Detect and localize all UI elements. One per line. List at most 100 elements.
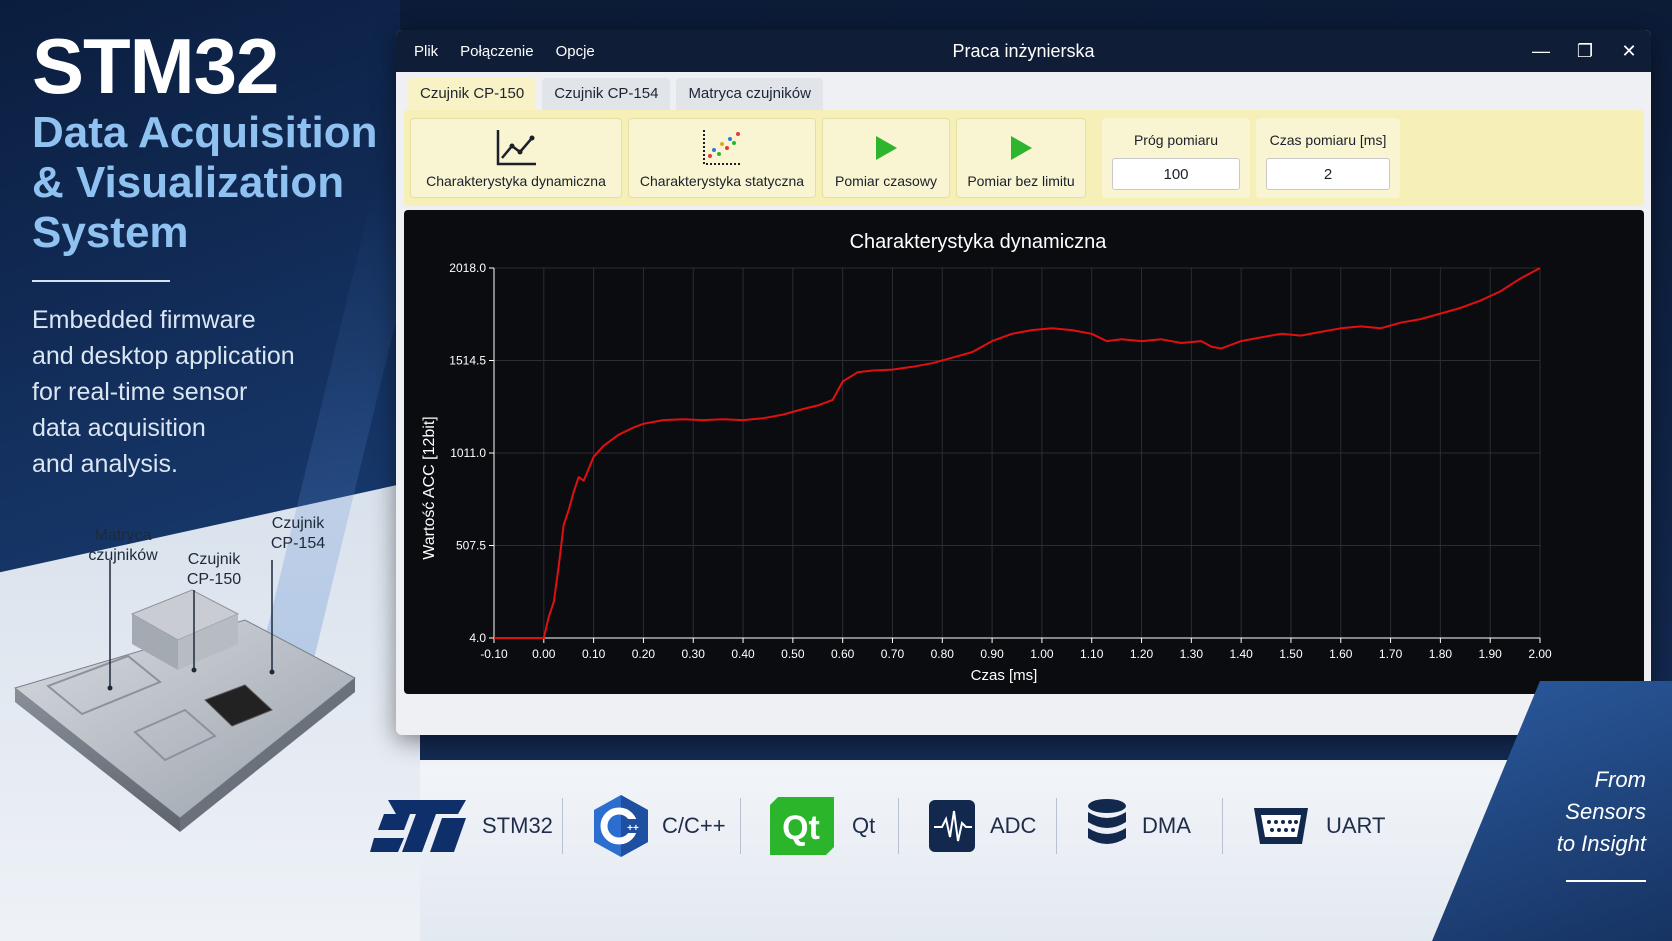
- tech-label: DMA: [1142, 813, 1191, 838]
- slogan-line: From: [1594, 767, 1646, 792]
- minimize-icon[interactable]: —: [1519, 30, 1563, 72]
- board-label-cp154: Czujnik CP-154: [258, 514, 338, 554]
- hero-description-line: for real-time sensor: [32, 378, 248, 406]
- static-characteristic-button[interactable]: Charakterystyka statyczna: [628, 118, 816, 198]
- window-controls: — ❐ ✕: [1519, 30, 1651, 72]
- menu-options[interactable]: Opcje: [556, 43, 595, 60]
- board-label-line: Matryca: [94, 527, 152, 544]
- x-tick-label: 0.60: [831, 647, 855, 661]
- hero: STM32 Data Acquisition & Visualization S…: [32, 26, 392, 482]
- tech-label: UART: [1326, 813, 1386, 838]
- x-tick-label: 1.20: [1130, 647, 1154, 661]
- x-tick-label: 1.40: [1229, 647, 1253, 661]
- tab-cp150[interactable]: Czujnik CP-150: [408, 78, 537, 110]
- tech-dma: DMA: [1086, 790, 1191, 862]
- tech-label: Qt: [852, 813, 876, 838]
- dynamic-characteristic-button[interactable]: Charakterystyka dynamiczna: [410, 118, 622, 198]
- tech-divider: [1222, 798, 1223, 854]
- hero-subtitle: Data Acquisition & Visualization System: [32, 108, 392, 258]
- slogan-line: Sensors: [1565, 799, 1646, 824]
- svg-text:++: ++: [627, 823, 639, 834]
- hero-description-line: Embedded firmware: [32, 306, 256, 334]
- hero-subtitle-line: Data Acquisition: [32, 108, 378, 157]
- tech-divider: [1056, 798, 1057, 854]
- threshold-field: Próg pomiaru 100: [1102, 118, 1250, 198]
- play-icon: [957, 127, 1085, 169]
- hero-title: STM32: [32, 22, 279, 110]
- tech-cpp: ++ C/C++: [592, 790, 726, 862]
- hero-divider: [32, 280, 170, 282]
- hero-description-line: and desktop application: [32, 342, 295, 370]
- x-tick-labels: -0.10 0.00 0.10 0.20 0.30 0.40 0.50 0.60 0.70 0.8…: [480, 647, 1552, 661]
- timed-measurement-button[interactable]: Pomiar czasowy: [822, 118, 950, 198]
- scatter-chart-icon: [629, 127, 815, 169]
- board-label-line: Czujnik: [187, 551, 241, 568]
- slogan-line: to Insight: [1556, 831, 1646, 856]
- tech-label: STM32: [482, 813, 553, 838]
- chart-title: Charakterystyka dynamiczna: [850, 231, 1108, 253]
- x-tick-label: 0.30: [682, 647, 706, 661]
- button-label: Pomiar bez limitu: [967, 173, 1075, 189]
- duration-field: Czas pomiaru [ms] 2: [1256, 118, 1400, 198]
- x-tick-label: 1.30: [1180, 647, 1204, 661]
- close-icon[interactable]: ✕: [1607, 30, 1651, 72]
- cpp-logo-icon: ++: [594, 795, 648, 857]
- tech-uart: UART: [1252, 790, 1386, 862]
- toolbar: Charakterystyka dynamiczna Charakterysty…: [404, 110, 1644, 206]
- title-bar: Praca inżynierska Plik Połączenie Opcje …: [396, 30, 1651, 72]
- unlimited-measurement-button[interactable]: Pomiar bez limitu: [956, 118, 1086, 198]
- tech-adc: ADC: [928, 790, 1036, 862]
- menu-connection[interactable]: Połączenie: [460, 43, 533, 60]
- x-tick-label: 1.90: [1479, 647, 1503, 661]
- y-tick-label: 4.0: [469, 631, 486, 645]
- tech-divider: [898, 798, 899, 854]
- x-tick-label: -0.10: [480, 647, 508, 661]
- x-tick-label: 0.20: [632, 647, 656, 661]
- tech-stm32: STM32: [370, 790, 553, 862]
- y-tick-label: 507.5: [456, 539, 486, 553]
- y-axis-label: Wartość ACC [12bit]: [421, 416, 438, 559]
- x-tick-label: 0.10: [582, 647, 606, 661]
- button-label: Pomiar czasowy: [835, 173, 937, 189]
- x-tick-label: 0.90: [980, 647, 1004, 661]
- x-tick-label: 2.00: [1528, 647, 1552, 661]
- tab-cp154[interactable]: Czujnik CP-154: [542, 78, 671, 110]
- st-logo-icon: [370, 800, 466, 852]
- tech-divider: [740, 798, 741, 854]
- board-label-line: czujników: [88, 547, 158, 564]
- x-axis-label: Czas [ms]: [971, 667, 1038, 684]
- tech-label: ADC: [990, 813, 1037, 838]
- dynamic-characteristic-chart: -0.10 0.00 0.10 0.20 0.30 0.40 0.50 0.60 0.70 0.8…: [421, 231, 1552, 684]
- menu-file[interactable]: Plik: [414, 43, 438, 60]
- board-label-matrix: Matryca czujników: [78, 526, 168, 566]
- x-tick-label: 1.70: [1379, 647, 1403, 661]
- x-tick-label: 1.80: [1429, 647, 1453, 661]
- tab-sensor-matrix[interactable]: Matryca czujników: [676, 78, 823, 110]
- slogan: From Sensors to Insight: [1557, 764, 1646, 860]
- duration-input[interactable]: 2: [1266, 158, 1390, 190]
- restore-icon[interactable]: ❐: [1563, 30, 1607, 72]
- qt-logo-icon: Qt: [770, 797, 834, 855]
- hero-subtitle-line: System: [32, 208, 189, 257]
- hero-description: Embedded firmware and desktop applicatio…: [32, 302, 392, 482]
- board-label-line: CP-154: [270, 535, 326, 552]
- board-label-cp150: Czujnik CP-150: [174, 550, 254, 590]
- x-tick-label: 0.50: [781, 647, 805, 661]
- tab-bar: Czujnik CP-150 Czujnik CP-154 Matryca cz…: [408, 78, 823, 110]
- threshold-input[interactable]: 100: [1112, 158, 1240, 190]
- y-tick-label: 2018.0: [449, 261, 486, 275]
- x-tick-label: 1.00: [1030, 647, 1054, 661]
- line-chart-icon: [411, 127, 621, 169]
- threshold-label: Próg pomiaru: [1133, 132, 1219, 148]
- serial-port-icon: [1254, 808, 1308, 844]
- x-tick-label: 0.70: [881, 647, 905, 661]
- tech-divider: [562, 798, 563, 854]
- tech-label: C/C++: [662, 813, 726, 838]
- database-icon: [1088, 799, 1126, 844]
- chart-grid: [493, 267, 1541, 639]
- chart-panel: -0.10 0.00 0.10 0.20 0.30 0.40 0.50 0.60 0.70 0.8…: [404, 210, 1644, 694]
- adc-waveform-icon: [929, 800, 975, 852]
- sensor-board-illustration: [10, 556, 380, 850]
- svg-text:Qt: Qt: [782, 809, 820, 847]
- hero-description-line: data acquisition: [32, 414, 206, 442]
